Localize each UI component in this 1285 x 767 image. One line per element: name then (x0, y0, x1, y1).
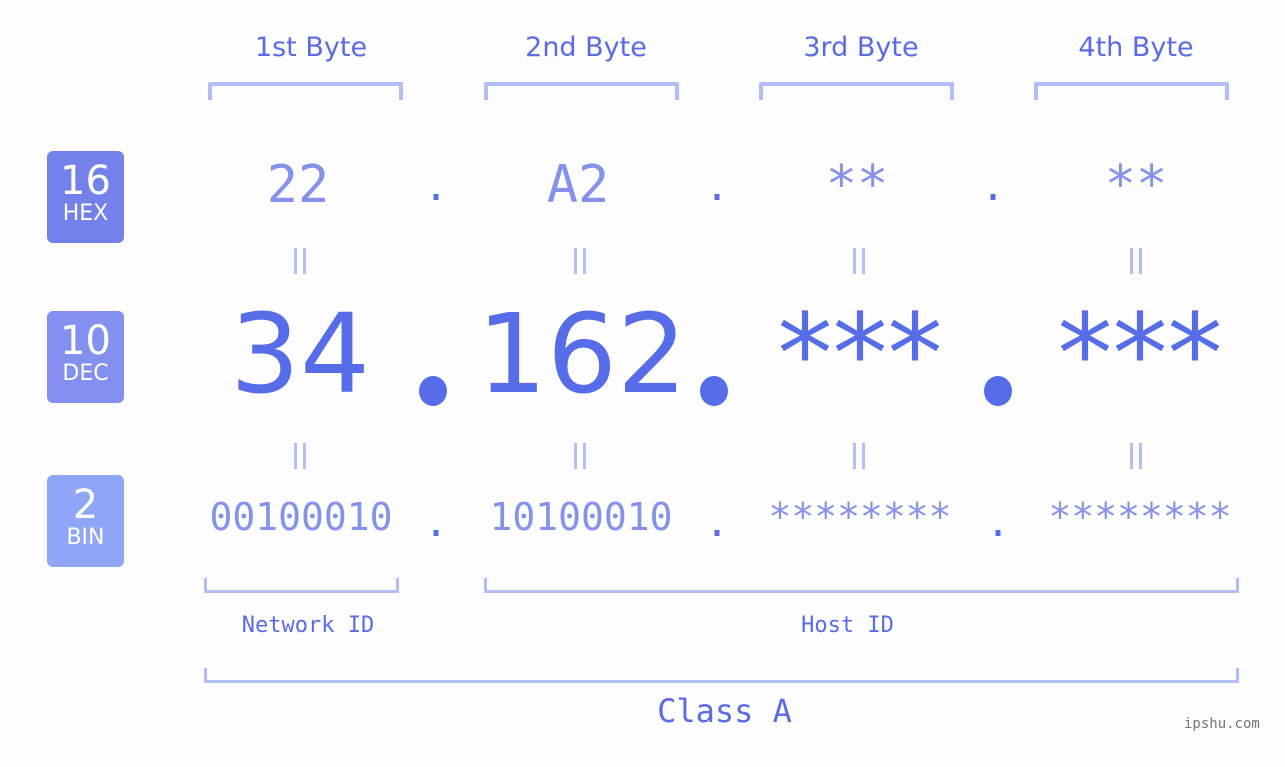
equals-icon (574, 443, 586, 469)
watermark: ipshu.com (1184, 716, 1260, 732)
hex-byte-2: A2 (546, 155, 610, 215)
byte-bracket-2 (484, 82, 679, 100)
network-id-bracket (204, 578, 399, 593)
dec-byte-2: 162 (477, 290, 687, 418)
byte-header-3: 3rd Byte (803, 32, 919, 63)
equals-icon (1130, 443, 1142, 469)
hex-byte-1: 22 (266, 155, 330, 215)
equals-icon (853, 248, 865, 274)
dec-separator-2 (700, 376, 728, 406)
hex-separator-2: . (705, 164, 730, 210)
bin-base: 2 (72, 482, 99, 528)
byte-header-4: 4th Byte (1078, 32, 1194, 63)
equals-icon (853, 443, 865, 469)
hex-badge: 16 HEX (47, 151, 124, 243)
equals-icon (294, 443, 306, 469)
bin-byte-2: 10100010 (489, 495, 673, 539)
network-id-label: Network ID (241, 613, 375, 638)
byte-bracket-1 (208, 82, 403, 100)
byte-header-2: 2nd Byte (525, 32, 647, 63)
host-id-bracket (484, 578, 1239, 593)
class-label: Class A (657, 692, 792, 730)
dec-base: 10 (60, 318, 111, 364)
bin-name: BIN (66, 525, 105, 550)
hex-separator-1: . (424, 164, 449, 210)
equals-icon (1130, 248, 1142, 274)
bin-byte-4: ******** (1048, 495, 1232, 539)
hex-byte-4: ** (1104, 155, 1168, 215)
bin-separator-1: . (424, 500, 449, 546)
host-id-label: Host ID (801, 613, 894, 638)
hex-byte-3: ** (825, 155, 889, 215)
byte-bracket-3 (759, 82, 954, 100)
bin-byte-1: 00100010 (209, 495, 393, 539)
hex-separator-3: . (981, 164, 1006, 210)
dec-byte-4: *** (1057, 290, 1223, 418)
dec-separator-3 (984, 376, 1012, 406)
hex-base: 16 (60, 158, 111, 204)
hex-name: HEX (62, 201, 109, 226)
equals-icon (574, 248, 586, 274)
bin-separator-2: . (705, 500, 730, 546)
dec-byte-1: 34 (230, 290, 370, 418)
dec-byte-3: *** (777, 290, 943, 418)
equals-icon (294, 248, 306, 274)
dec-name: DEC (62, 361, 109, 386)
bin-byte-3: ******** (768, 495, 952, 539)
byte-header-1: 1st Byte (254, 32, 368, 63)
dec-badge: 10 DEC (47, 311, 124, 403)
bin-separator-3: . (986, 500, 1011, 546)
byte-bracket-4 (1034, 82, 1229, 100)
bin-badge: 2 BIN (47, 475, 124, 567)
dec-separator-1 (419, 376, 447, 406)
class-bracket (204, 668, 1239, 683)
